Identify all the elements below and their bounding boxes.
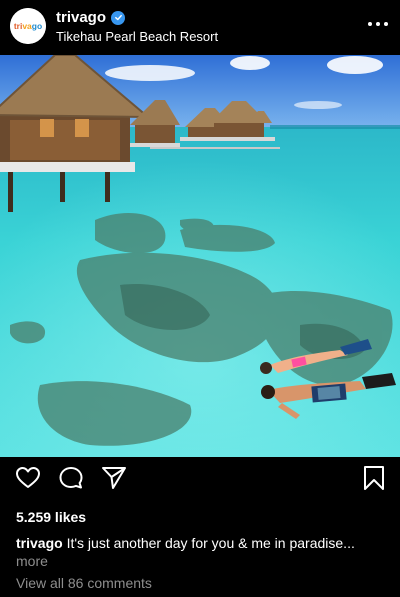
caption: trivago It's just another day for you & … xyxy=(16,534,384,570)
caption-text: It's just another day for you & me in pa… xyxy=(66,535,355,551)
view-comments-link[interactable]: View all 86 comments xyxy=(16,575,152,591)
post-header: trivago trivago Tikehau Pearl Beach Reso… xyxy=(0,0,400,55)
paper-plane-icon[interactable] xyxy=(100,464,128,492)
caption-more-link[interactable]: more xyxy=(16,553,48,569)
svg-text:trivago: trivago xyxy=(14,21,42,31)
username-text[interactable]: trivago xyxy=(56,9,106,26)
caption-username[interactable]: trivago xyxy=(16,535,63,551)
like-count[interactable]: 5.259 likes xyxy=(16,509,86,525)
verified-badge-icon xyxy=(111,10,126,25)
trivago-logo: trivago xyxy=(10,8,46,44)
lagoon-photo xyxy=(0,55,400,457)
username[interactable]: trivago xyxy=(56,9,126,26)
bookmark-icon[interactable] xyxy=(360,464,388,492)
avatar[interactable]: trivago xyxy=(10,8,46,44)
heart-icon[interactable] xyxy=(14,464,42,492)
post-actions xyxy=(0,464,400,504)
more-options-icon[interactable] xyxy=(368,16,388,32)
comment-bubble-icon[interactable] xyxy=(57,464,85,492)
post-photo[interactable] xyxy=(0,55,400,457)
location-link[interactable]: Tikehau Pearl Beach Resort xyxy=(56,29,218,44)
